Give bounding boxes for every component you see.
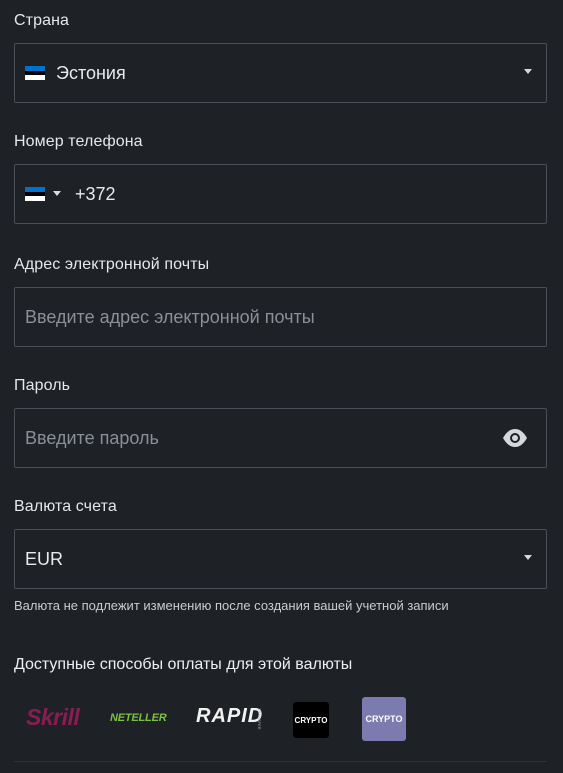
crypto-logo-dark: CRYPTO: [293, 702, 329, 738]
email-placeholder: Введите адрес электронной почты: [25, 307, 315, 327]
payment-logos: Skrill NETELLER RAPID TRANSFER CRYPTO CR…: [26, 697, 426, 741]
currency-value: EUR: [25, 549, 64, 569]
phone-label: Номер телефона: [14, 133, 143, 150]
email-field: Адрес электронной почты Введите адрес эл…: [14, 256, 547, 347]
skrill-logo: Skrill: [26, 704, 80, 730]
currency-label: Валюта счета: [14, 498, 117, 515]
password-placeholder: Введите пароль: [25, 428, 159, 448]
country-label: Страна: [14, 12, 70, 29]
crypto-logo-purple: CRYPTO: [362, 697, 406, 741]
rapid-logo-text: RAPID: [196, 705, 264, 727]
password-label: Пароль: [14, 377, 71, 394]
chevron-down-icon: [524, 69, 532, 74]
estonia-flag-icon: [25, 66, 45, 80]
phone-prefix: +372: [75, 184, 116, 204]
currency-field: Валюта счета EUR: [14, 498, 547, 589]
chevron-down-icon: [524, 555, 532, 560]
country-field: Страна Эстония: [14, 12, 547, 103]
eye-icon[interactable]: [502, 428, 528, 448]
password-input[interactable]: Введите пароль: [14, 408, 547, 468]
country-value: Эстония: [56, 63, 126, 83]
neteller-logo: NETELLER: [110, 712, 167, 724]
currency-select[interactable]: EUR: [14, 529, 547, 589]
rapid-logo-sub: TRANSFER: [257, 708, 262, 730]
email-label: Адрес электронной почты: [14, 256, 210, 273]
payment-methods-title: Доступные способы оплаты для этой валюты: [14, 656, 353, 673]
country-select[interactable]: Эстония: [14, 43, 547, 103]
phone-country-selector[interactable]: [25, 187, 65, 201]
phone-field: Номер телефона +372: [14, 133, 547, 224]
rapid-transfer-logo: RAPID TRANSFER: [196, 705, 266, 731]
divider: [14, 761, 547, 762]
estonia-flag-icon: [25, 187, 45, 201]
chevron-down-icon: [53, 191, 61, 196]
password-field: Пароль Введите пароль: [14, 377, 547, 468]
currency-hint: Валюта не подлежит изменению после созда…: [14, 598, 449, 613]
email-input[interactable]: Введите адрес электронной почты: [14, 287, 547, 347]
phone-input[interactable]: +372: [14, 164, 547, 224]
